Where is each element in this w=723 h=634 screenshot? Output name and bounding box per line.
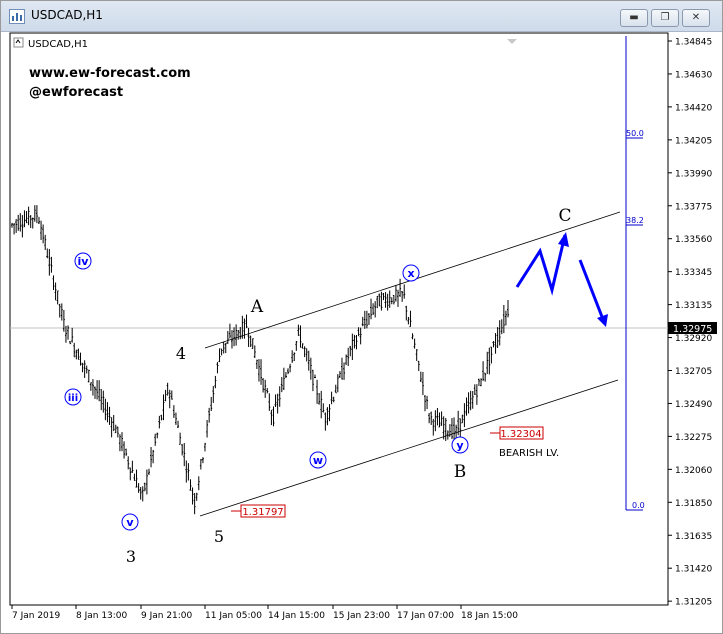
svg-text:y: y	[456, 439, 463, 452]
svg-text:w: w	[313, 454, 323, 467]
time-tick-label: 17 Jan 07:00	[397, 611, 454, 621]
time-tick-label: 9 Jan 21:00	[141, 611, 193, 621]
price-chart[interactable]: 1.34845 1.34630 1.34420 1.34205 1.33990 1.337…	[0, 0, 723, 634]
current-price-tag: 1.32975	[668, 322, 717, 335]
price-box-low-5: 1.31797	[231, 504, 286, 518]
price-tick-label: 1.31850	[675, 499, 712, 509]
price-tick-label: 1.33990	[675, 169, 712, 179]
wave-label-x: x	[402, 264, 420, 282]
price-tick-label: 1.32920	[675, 334, 712, 344]
bearish-annotation: BEARISH LV.	[499, 448, 559, 459]
price-tick-label: 1.33345	[675, 268, 712, 278]
svg-text:1.32304: 1.32304	[500, 429, 541, 440]
price-tick-label: 1.32490	[675, 400, 712, 410]
chart-label: USDCAD,H1	[28, 39, 88, 50]
time-tick-label: 14 Jan 15:00	[268, 611, 325, 621]
plot-frame	[9, 32, 669, 606]
time-tick-label: 7 Jan 2019	[12, 611, 60, 621]
arrow-up-icon	[558, 232, 569, 247]
wave-label-v: v	[121, 513, 139, 531]
svg-text:v: v	[126, 516, 134, 529]
chart-symbol-icon	[13, 37, 24, 48]
price-tick-label: 1.31635	[675, 532, 712, 542]
price-tick-label: 1.33560	[675, 235, 712, 245]
fib-extension: 50.0 38.2 0.0	[625, 36, 645, 511]
svg-text:1.31797: 1.31797	[242, 507, 283, 518]
wave-label-A: A	[250, 297, 264, 317]
wave-label-4: 4	[176, 344, 186, 363]
price-tick-label: 1.32060	[675, 466, 712, 476]
price-tick-label: 1.33775	[675, 202, 712, 212]
price-tick-label: 1.32705	[675, 367, 712, 377]
scroll-marker-icon	[507, 39, 517, 44]
svg-text:iii: iii	[68, 393, 78, 404]
watermark-website: www.ew-forecast.com	[29, 66, 191, 81]
wave-label-3: 3	[126, 547, 136, 566]
price-tick-label: 1.33135	[675, 301, 712, 311]
price-tick-label: 1.31420	[675, 565, 712, 575]
time-tick-label: 11 Jan 05:00	[205, 611, 262, 621]
time-tick-label: 18 Jan 15:00	[461, 611, 518, 621]
price-tick-label: 1.31205	[675, 598, 712, 608]
time-axis: 7 Jan 2019 8 Jan 13:00 9 Jan 21:00 11 Jan 0…	[11, 605, 518, 621]
wave-label-B: B	[454, 462, 467, 482]
time-tick-label: 8 Jan 13:00	[76, 611, 128, 621]
fib-label-0: 0.0	[632, 501, 645, 510]
svg-text:iv: iv	[78, 255, 90, 268]
wave-label-C: C	[558, 206, 571, 226]
wave-label-y: y	[451, 436, 469, 454]
time-tick-label: 15 Jan 23:00	[333, 611, 390, 621]
wave-label-iii: iii	[64, 388, 82, 406]
wave-label-5: 5	[214, 527, 224, 546]
svg-text:1.32975: 1.32975	[673, 324, 712, 335]
watermark-handle: @ewforecast	[29, 85, 123, 100]
price-tick-label: 1.34845	[675, 38, 712, 48]
fib-label-38: 38.2	[626, 216, 644, 225]
price-tick-label: 1.34205	[675, 136, 712, 146]
wave-label-iv: iv	[74, 252, 92, 270]
price-tick-label: 1.34420	[675, 103, 712, 113]
svg-text:x: x	[407, 267, 414, 280]
price-box-low-B: 1.32304	[490, 426, 544, 440]
wave-label-w: w	[309, 451, 327, 469]
fib-label-50: 50.0	[626, 129, 644, 138]
candlestick-series	[11, 205, 509, 515]
projection-path	[515, 232, 608, 327]
price-tick-label: 1.32275	[675, 433, 712, 443]
price-tick-label: 1.34630	[675, 70, 712, 80]
